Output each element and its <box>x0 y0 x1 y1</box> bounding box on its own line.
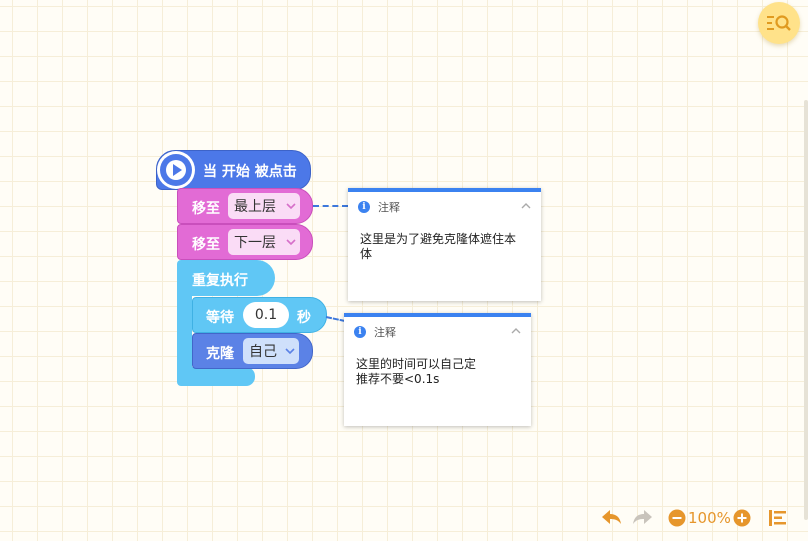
chevron-down-icon <box>286 239 296 246</box>
move-to-layer-block-2[interactable]: 移至 下一层 <box>177 224 313 260</box>
hat-label: 当 开始 被点击 <box>203 164 297 180</box>
info-icon: i <box>354 326 366 338</box>
move-to-layer-block-1[interactable]: 移至 最上层 <box>177 188 313 224</box>
zoom-in-icon <box>733 509 751 527</box>
canvas-toolbar: 100% <box>598 506 798 530</box>
chevron-down-icon <box>285 348 295 355</box>
note-header: i 注释 <box>354 324 396 340</box>
chevron-up-icon[interactable] <box>511 327 521 335</box>
info-icon: i <box>358 201 370 213</box>
when-start-clicked-block[interactable]: 当 开始 被点击 <box>156 150 311 190</box>
loop-footer <box>177 367 255 386</box>
start-flag <box>157 151 195 189</box>
loop-label: 重复执行 <box>192 273 248 289</box>
undo-button[interactable] <box>598 509 624 527</box>
move-label: 移至 <box>192 237 220 253</box>
forever-loop-block[interactable]: 重复执行 <box>177 260 275 296</box>
zoom-out-icon <box>668 509 686 527</box>
clone-target-dropdown[interactable]: 自己 <box>243 338 299 364</box>
vertical-scrollbar[interactable] <box>804 100 808 520</box>
arrange-icon <box>768 510 786 526</box>
undo-icon <box>602 510 621 524</box>
layer-dropdown-value: 最上层 <box>234 199 276 215</box>
seconds-unit-label: 秒 <box>297 310 311 326</box>
wait-seconds-value: 0.1 <box>254 307 278 323</box>
chevron-up-icon[interactable] <box>521 202 531 210</box>
note-text[interactable]: 这里是为了避免克隆体遮住本 体 <box>360 232 516 262</box>
chevron-down-icon <box>286 203 296 210</box>
wait-seconds-block[interactable]: 等待 0.1 秒 <box>192 297 327 333</box>
layer-dropdown-2[interactable]: 下一层 <box>228 229 300 255</box>
note-title: 注释 <box>374 326 396 339</box>
play-icon <box>166 160 186 180</box>
note-header: i 注释 <box>358 199 400 215</box>
search-list-icon <box>767 15 791 31</box>
note-connector-2 <box>325 316 346 323</box>
loop-arm <box>177 295 192 367</box>
layer-dropdown-1[interactable]: 最上层 <box>228 193 300 219</box>
move-label: 移至 <box>192 201 220 217</box>
layer-dropdown-value: 下一层 <box>234 235 276 251</box>
clone-target-value: 自己 <box>249 344 277 360</box>
clone-label: 克隆 <box>206 346 234 362</box>
redo-icon <box>633 510 652 524</box>
note-title: 注释 <box>378 201 400 214</box>
wait-label: 等待 <box>206 310 234 326</box>
clone-block[interactable]: 克隆 自己 <box>192 333 313 369</box>
zoom-level: 100% <box>688 509 731 527</box>
comment-note-2[interactable]: i 注释 这里的时间可以自己定 推荐不要<0.1s <box>344 313 531 426</box>
wait-seconds-input[interactable]: 0.1 <box>243 302 289 328</box>
note-connector-1 <box>313 205 348 207</box>
zoom-in-button[interactable] <box>733 509 751 527</box>
zoom-out-button[interactable] <box>668 509 686 527</box>
comment-note-1[interactable]: i 注释 这里是为了避免克隆体遮住本 体 <box>348 188 541 301</box>
note-text[interactable]: 这里的时间可以自己定 推荐不要<0.1s <box>356 357 476 387</box>
arrange-button[interactable] <box>768 510 787 526</box>
redo-button[interactable] <box>630 509 656 527</box>
search-list-button[interactable] <box>758 2 800 44</box>
